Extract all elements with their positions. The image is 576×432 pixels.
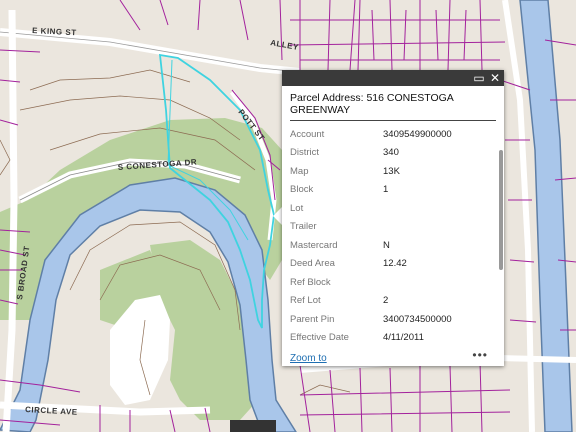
- attribute-value: 3409549900000: [383, 128, 452, 140]
- attribute-key: Deed Area: [290, 258, 335, 270]
- attribute-key: Account: [290, 128, 325, 140]
- zoom-to-link[interactable]: Zoom to: [290, 353, 327, 364]
- attribute-key: Trailer: [290, 221, 317, 233]
- attribute-value: 12.42: [383, 258, 407, 270]
- attribute-row: Block 1: [290, 181, 496, 200]
- attribute-row: Deed Area 12.42: [290, 255, 496, 274]
- attribute-key: Effective Date: [290, 332, 349, 344]
- parcel-popup: ▭ ✕ Parcel Address: 516 CONESTOGA GREENW…: [282, 70, 504, 366]
- attribute-key: Map: [290, 165, 309, 177]
- more-options-button[interactable]: •••: [472, 348, 488, 362]
- attribute-row: Parent Pin 3400734500000: [290, 310, 496, 329]
- attribute-key: Block: [290, 184, 314, 196]
- attribute-key: Ref Block: [290, 276, 331, 288]
- attribute-row: Ref Block: [290, 273, 496, 292]
- attribute-row: Effective Date 4/11/2011: [290, 329, 496, 347]
- attribute-row: Map 13K: [290, 162, 496, 181]
- attribute-key: Ref Lot: [290, 295, 321, 307]
- attribute-value: N: [383, 239, 390, 251]
- attribute-value: 1: [383, 184, 389, 196]
- attribute-row: Mastercard N: [290, 236, 496, 255]
- attribute-value: 340: [383, 147, 399, 159]
- attribute-value: 4/11/2011: [383, 332, 424, 344]
- map-toolbar[interactable]: [230, 420, 276, 432]
- attribute-value: [383, 218, 496, 237]
- attribute-key: Parent Pin: [290, 313, 335, 325]
- popup-body: Parcel Address: 516 CONESTOGA GREENWAY A…: [290, 92, 496, 346]
- attribute-value: 3400734500000: [383, 313, 452, 325]
- attribute-row: District 340: [290, 144, 496, 163]
- attribute-key: District: [290, 147, 320, 159]
- attribute-key: Lot: [290, 202, 304, 214]
- attribute-row: Trailer: [290, 218, 496, 237]
- maximize-icon[interactable]: ▭: [472, 71, 486, 85]
- attribute-row: Lot: [290, 199, 496, 218]
- popup-footer: Zoom to •••: [290, 348, 496, 364]
- attribute-value: [383, 273, 496, 292]
- attribute-row: Ref Lot 2: [290, 292, 496, 311]
- attribute-key: Mastercard: [290, 239, 338, 251]
- popup-scrollbar[interactable]: [499, 150, 503, 270]
- attribute-row: Account 3409549900000: [290, 125, 496, 144]
- attribute-value: 2: [383, 295, 389, 307]
- popup-title: Parcel Address: 516 CONESTOGA GREENWAY: [290, 92, 496, 121]
- attribute-value: [383, 199, 496, 218]
- popup-titlebar: ▭ ✕: [282, 70, 504, 86]
- close-icon[interactable]: ✕: [488, 71, 502, 85]
- attribute-value: 13K: [383, 165, 400, 177]
- attribute-table: Account 3409549900000 District 340 Map 13K Blo…: [290, 125, 496, 346]
